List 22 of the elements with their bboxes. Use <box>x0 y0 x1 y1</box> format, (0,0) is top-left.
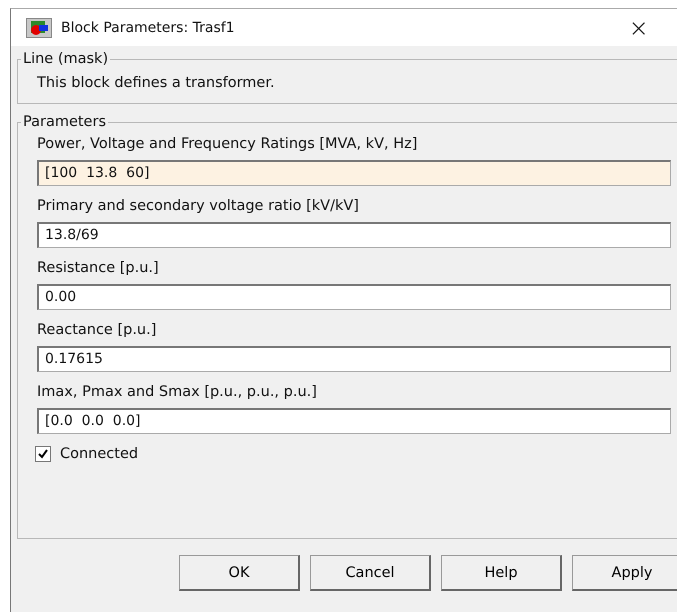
close-button[interactable]: × <box>628 16 649 40</box>
group-legend: Parameters <box>21 114 108 130</box>
field-label: Imax, Pmax and Smax [p.u., p.u., p.u.] <box>37 384 318 400</box>
field-label: Power, Voltage and Frequency Ratings [MVA, kV, Hz] <box>37 136 418 152</box>
group-legend: Line (mask) <box>21 51 110 67</box>
block-icon <box>26 18 52 38</box>
input-field[interactable]: 0.17615 <box>37 346 671 372</box>
help-button[interactable]: Help <box>441 555 562 591</box>
window-title: Block Parameters: Trasf1 <box>61 20 235 36</box>
checkbox[interactable] <box>35 446 51 462</box>
ok-button[interactable]: OK <box>179 555 300 591</box>
apply-button[interactable]: Apply <box>572 555 677 591</box>
input-field[interactable]: [100 13.8 60] <box>37 160 671 186</box>
input-field[interactable]: 13.8/69 <box>37 222 671 248</box>
cancel-button[interactable]: Cancel <box>310 555 431 591</box>
field-label: Primary and secondary voltage ratio [kV/kV] <box>37 198 360 214</box>
description-text: This block defines a transformer. <box>37 74 276 93</box>
input-field[interactable]: [0.0 0.0 0.0] <box>37 408 671 434</box>
field-label: Reactance [p.u.] <box>37 322 158 338</box>
field-label: Resistance [p.u.] <box>37 260 160 276</box>
input-field[interactable]: 0.00 <box>37 284 671 310</box>
checkbox-label: Connected <box>60 446 138 462</box>
